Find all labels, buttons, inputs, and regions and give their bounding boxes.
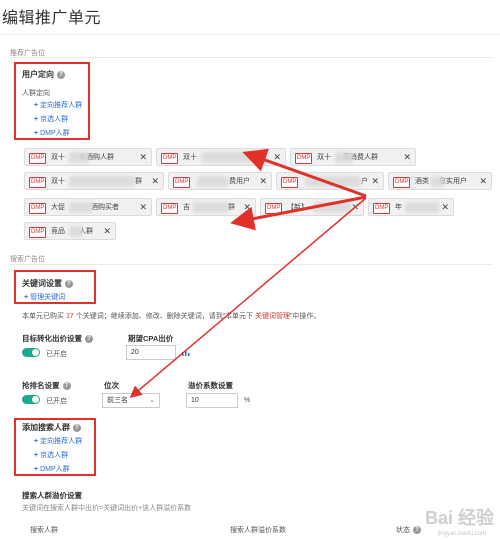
close-icon[interactable]: ✕ bbox=[151, 176, 159, 187]
dmp-crowd-tag: DMP 双十 高消费人群 ✕ bbox=[290, 148, 416, 166]
help-icon[interactable]: ? bbox=[85, 335, 93, 343]
close-icon[interactable]: ✕ bbox=[139, 202, 147, 213]
close-icon[interactable]: ✕ bbox=[371, 176, 379, 187]
dmp-badge: DMP bbox=[173, 177, 191, 188]
dmp-badge: DMP bbox=[393, 177, 411, 188]
cpa-bid-heading: 期望CPA出价 bbox=[128, 334, 174, 343]
conversion-status: 已开启 bbox=[46, 351, 67, 358]
close-icon[interactable]: ✕ bbox=[139, 152, 147, 163]
keyword-count: 17 bbox=[65, 313, 74, 320]
section-search-label: 搜索广告位 bbox=[10, 256, 45, 263]
dmp-badge: DMP bbox=[265, 203, 283, 214]
column-header-coefficient: 搜索人群溢价系数 bbox=[230, 527, 286, 534]
link-directed-crowd[interactable]: + 定向推荐人群 bbox=[34, 436, 82, 446]
column-header-crowd: 搜索人群 bbox=[30, 527, 58, 534]
plus-icon: + bbox=[34, 102, 39, 109]
link-jingxuan-crowd[interactable]: + 京选人群 bbox=[34, 114, 68, 124]
dmp-badge: DMP bbox=[29, 203, 47, 214]
help-icon[interactable]: ? bbox=[65, 280, 73, 288]
dmp-crowd-tag: DMP 酒类 忠实用户 ✕ bbox=[388, 172, 492, 190]
section-divider bbox=[10, 264, 492, 265]
column-header-status: 状态? bbox=[396, 525, 421, 535]
keyword-settings-heading: 关键词设置? bbox=[22, 278, 73, 289]
crowd-premium-description: 关键词在搜索人群中出价=关键词出价+该人群溢价系数 bbox=[22, 505, 192, 512]
close-icon[interactable]: ✕ bbox=[479, 176, 487, 187]
keyword-note: 本单元已购买 17 个关键词；继续添加、修改、删除关键词，请到“本单元下 关键词… bbox=[22, 313, 321, 320]
dmp-badge: DMP bbox=[295, 153, 313, 164]
link-jingxuan-crowd[interactable]: + 京选人群 bbox=[34, 450, 68, 460]
dmp-crowd-tag: DMP 大促 酒购买者 ✕ bbox=[24, 198, 152, 216]
close-icon[interactable]: ✕ bbox=[103, 226, 111, 237]
manage-keywords-link[interactable]: + 管理关键词 bbox=[24, 292, 65, 302]
user-targeting-heading: 用户定向? bbox=[22, 69, 65, 80]
link-dmp-crowd[interactable]: + DMP人群 bbox=[34, 128, 70, 138]
dmp-crowd-tag: DMP 双十 名酒购人群 ✕ bbox=[24, 148, 152, 166]
close-icon[interactable]: ✕ bbox=[351, 202, 359, 213]
position-select[interactable]: 前三名 ⌄ bbox=[102, 393, 160, 408]
dmp-crowd-tag: DMP 竞品 人群 ✕ bbox=[24, 222, 116, 240]
crowd-targeting-label: 人群定向 bbox=[22, 90, 50, 97]
conversion-bid-heading: 目标转化出价设置? bbox=[22, 333, 93, 344]
chevron-down-icon: ⌄ bbox=[149, 397, 155, 404]
page-title: 编辑推广单元 bbox=[2, 10, 102, 27]
chart-icon[interactable] bbox=[182, 348, 190, 358]
conversion-toggle[interactable] bbox=[22, 348, 40, 357]
help-icon[interactable]: ? bbox=[57, 71, 65, 79]
ranking-toggle[interactable] bbox=[22, 395, 40, 404]
plus-icon: + bbox=[34, 438, 39, 445]
dmp-crowd-tag: DMP 年 ✕ bbox=[368, 198, 454, 216]
plus-icon: + bbox=[34, 466, 39, 473]
watermark-url: jingyan.baidu.com bbox=[437, 531, 486, 537]
help-icon[interactable]: ? bbox=[73, 424, 81, 432]
watermark-logo: Bai 经验 bbox=[424, 508, 494, 528]
close-icon[interactable]: ✕ bbox=[403, 152, 411, 163]
position-heading: 位次 bbox=[104, 381, 119, 390]
dmp-crowd-tag: DMP 费用户 ✕ bbox=[168, 172, 272, 190]
crowd-premium-heading: 搜索人群溢价设置 bbox=[22, 491, 82, 500]
close-icon[interactable]: ✕ bbox=[259, 176, 267, 187]
header-divider bbox=[0, 34, 500, 35]
premium-coefficient-heading: 溢价系数设置 bbox=[188, 381, 233, 390]
plus-icon: + bbox=[34, 116, 39, 123]
premium-coefficient-input[interactable]: 10 bbox=[186, 393, 238, 408]
cpa-bid-input[interactable]: 20 bbox=[126, 345, 176, 360]
dmp-badge: DMP bbox=[161, 153, 179, 164]
keyword-manage-link[interactable]: 关键词管理 bbox=[255, 313, 290, 320]
plus-icon: + bbox=[24, 294, 29, 301]
plus-icon: + bbox=[34, 130, 39, 137]
dmp-badge: DMP bbox=[373, 203, 391, 214]
search-crowd-heading: 添加搜索人群? bbox=[22, 422, 81, 433]
link-dmp-crowd[interactable]: + DMP人群 bbox=[34, 464, 70, 474]
dmp-badge: DMP bbox=[29, 153, 47, 164]
dmp-crowd-tag: DMP 吉群 ✕ bbox=[156, 198, 256, 216]
help-icon[interactable]: ? bbox=[62, 382, 71, 390]
dmp-badge: DMP bbox=[161, 203, 179, 214]
arrow-to-position bbox=[129, 197, 367, 398]
dmp-badge: DMP bbox=[29, 227, 47, 238]
dmp-crowd-tag: DMP 户 ✕ bbox=[276, 172, 384, 190]
percent-unit: % bbox=[244, 397, 251, 404]
section-divider bbox=[10, 57, 492, 58]
plus-icon: + bbox=[34, 452, 39, 459]
help-icon[interactable]: ? bbox=[413, 526, 421, 534]
close-icon[interactable]: ✕ bbox=[441, 202, 449, 213]
ranking-heading: 抢排名设置? bbox=[22, 380, 71, 391]
dmp-crowd-tag: DMP 双十群 ✕ bbox=[24, 172, 164, 190]
dmp-crowd-tag: DMP 双十户 ✕ bbox=[156, 148, 286, 166]
dmp-badge: DMP bbox=[29, 177, 47, 188]
close-icon[interactable]: ✕ bbox=[273, 152, 281, 163]
ranking-status: 已开启 bbox=[46, 398, 67, 405]
close-icon[interactable]: ✕ bbox=[243, 202, 251, 213]
dmp-badge: DMP bbox=[281, 177, 299, 188]
dmp-crowd-tag: DMP 【新】 ✕ bbox=[260, 198, 364, 216]
link-directed-crowd[interactable]: + 定向推荐人群 bbox=[34, 100, 82, 110]
